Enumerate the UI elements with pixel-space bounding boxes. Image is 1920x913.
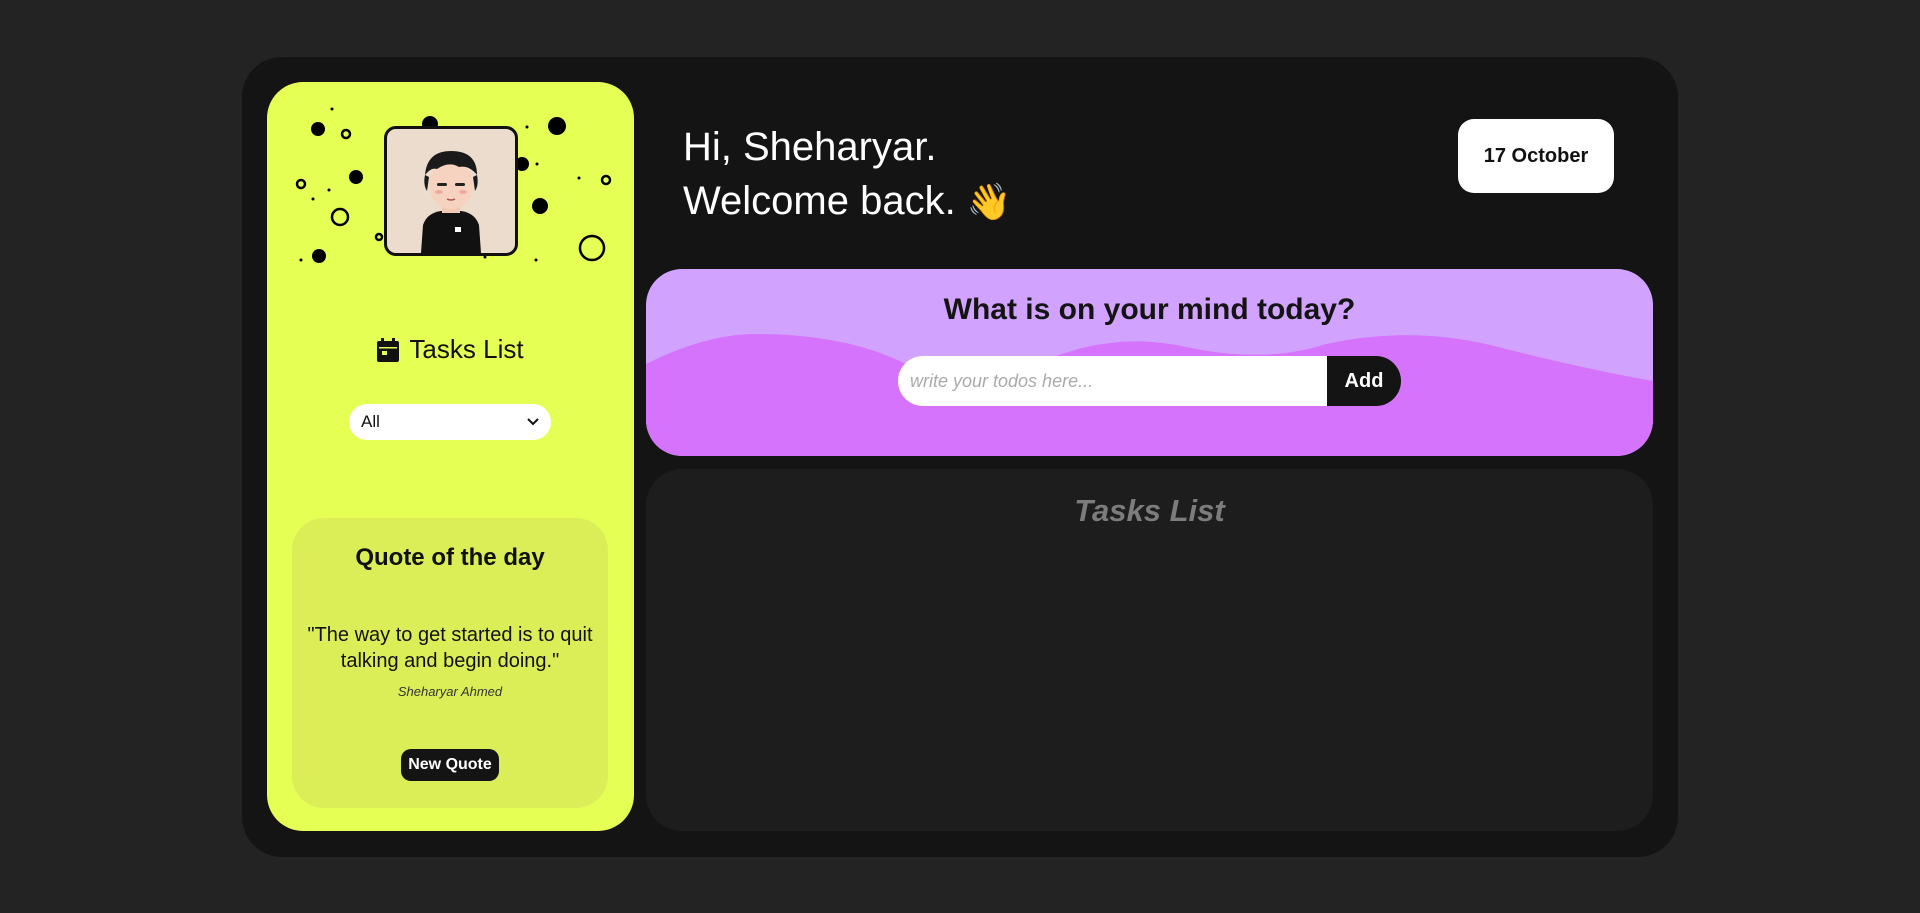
quote-title: Quote of the day (355, 544, 545, 571)
todo-form: Add (898, 356, 1401, 406)
greeting-line-2: Welcome back. (683, 179, 956, 223)
calendar-icon (377, 337, 400, 362)
tasks-heading-label: Tasks List (409, 334, 524, 364)
add-button[interactable]: Add (1327, 356, 1401, 406)
chevron-down-icon (527, 418, 539, 426)
tasks-heading: Tasks List (267, 334, 634, 365)
filter-select[interactable]: All (349, 404, 551, 440)
filter-selected-value: All (361, 412, 380, 431)
todo-input-card: What is on your mind today? Add (646, 269, 1653, 456)
date-badge: 17 October (1458, 119, 1614, 193)
quote-card: Quote of the day "The way to get started… (292, 518, 608, 808)
avatar (384, 126, 518, 256)
todo-prompt: What is on your mind today? (943, 293, 1356, 326)
avatar-illustration-icon (421, 151, 481, 253)
task-list-title: Tasks List (1074, 493, 1225, 528)
task-list-panel: Tasks List (646, 469, 1653, 831)
quote-text: "The way to get started is to quit talki… (307, 624, 593, 672)
sidebar: Tasks List All Quote of the day "The way… (267, 82, 634, 831)
new-quote-button[interactable]: New Quote (401, 749, 499, 781)
quote-author: Sheharyar Ahmed (397, 684, 503, 699)
app-container: Tasks List All Quote of the day "The way… (242, 57, 1678, 857)
greeting: Hi, Sheharyar. Welcome back. 👋 (683, 120, 1012, 229)
greeting-line-1: Hi, Sheharyar. (683, 125, 937, 169)
todo-input[interactable] (898, 356, 1327, 406)
waving-hand-icon: 👋 (966, 181, 1012, 222)
